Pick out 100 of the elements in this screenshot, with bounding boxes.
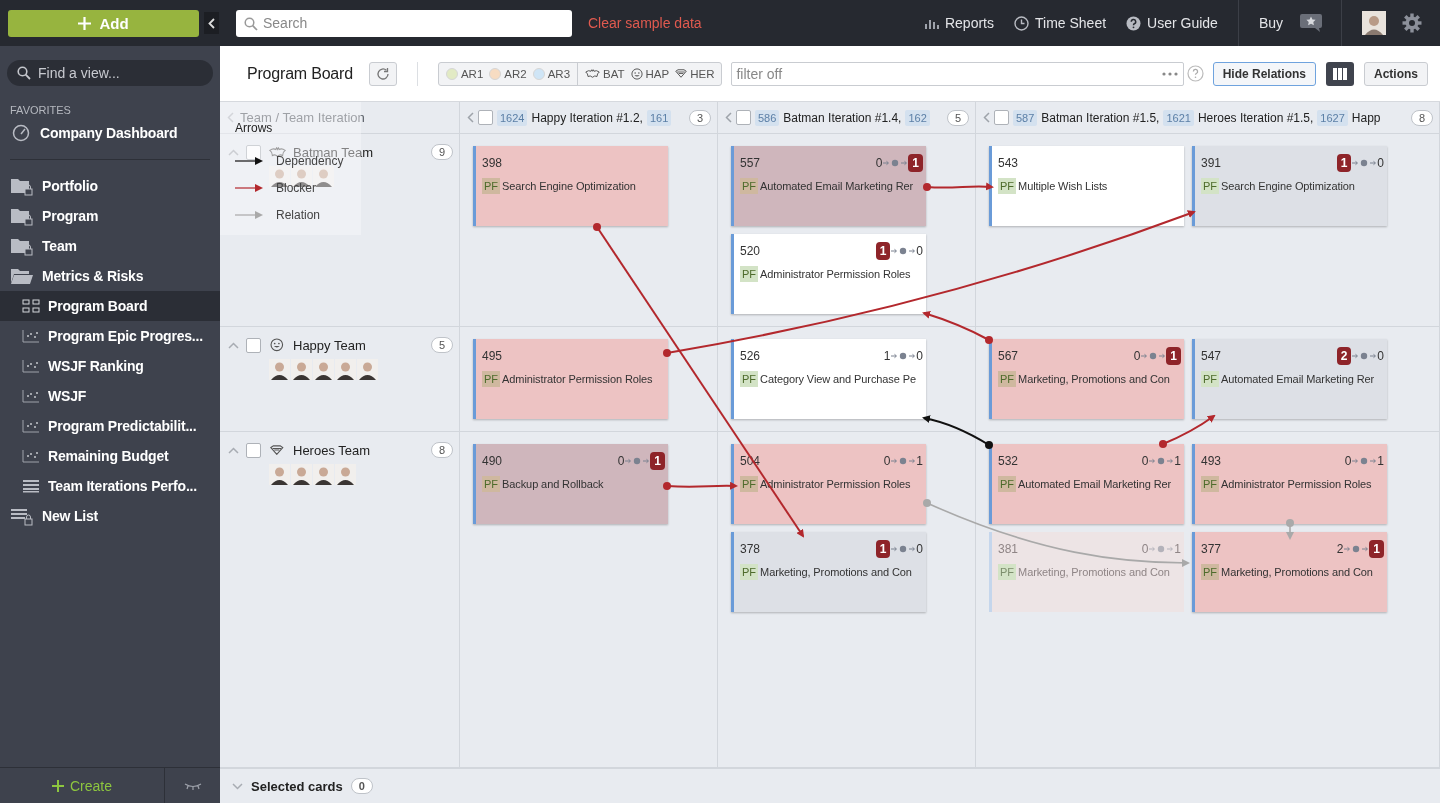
member-avatar [313, 359, 334, 380]
dependency-count: 1 [1174, 542, 1181, 556]
sidebar-item[interactable]: Program Predictabilit... [0, 411, 220, 441]
card-id: 526 [740, 349, 761, 363]
sidebar-item[interactable]: Company Dashboard [0, 118, 220, 148]
card-id: 391 [1201, 156, 1222, 170]
card[interactable]: 493 0 1 PF Administrator Permission Roles [1192, 444, 1387, 524]
card[interactable]: 490 0 1 PF Backup and Rollback [473, 444, 668, 524]
refresh-button[interactable] [368, 61, 397, 86]
search-icon [244, 16, 258, 31]
card[interactable]: 377 2 1 PF Marketing, Promotions and Con [1192, 532, 1387, 612]
sidebar-item[interactable]: WSJF Ranking [0, 351, 220, 381]
card[interactable]: 398 PF Search Engine Optimization [473, 146, 668, 226]
nav-link[interactable]: Time Sheet [1014, 15, 1107, 31]
card-count-badge: 3 [689, 109, 711, 126]
sidebar-item[interactable]: Remaining Budget [0, 441, 220, 471]
card-id: 557 [740, 156, 761, 170]
chevron-left-icon[interactable] [725, 112, 732, 123]
chevron-up-icon[interactable] [228, 341, 239, 349]
settings-icon[interactable] [1402, 13, 1422, 33]
chevron-left-icon [208, 17, 215, 29]
plus-icon [78, 16, 92, 30]
card[interactable]: 378 1 0 PF Marketing, Promotions and Con [731, 532, 926, 612]
sidebar-item[interactable]: Program Board [0, 291, 220, 321]
chevron-up-icon[interactable] [228, 446, 239, 454]
card-title: Administrator Permission Roles [1221, 478, 1372, 490]
card-title: Marketing, Promotions and Con [760, 566, 912, 578]
sidebar-item[interactable]: WSJF [0, 381, 220, 411]
list-icon [22, 479, 40, 493]
scatter-chart-icon [22, 449, 40, 463]
tag: PF [1201, 564, 1220, 580]
checkbox[interactable] [246, 442, 261, 458]
nav-link[interactable]: Reports [924, 15, 994, 31]
card[interactable]: 520 1 0 PF Administrator Permission Roles [731, 234, 926, 314]
blocker-count-badge: 1 [875, 242, 891, 260]
filter-field[interactable]: filter off [731, 61, 1184, 86]
sidebar-item[interactable]: Metrics & Risks [0, 261, 220, 291]
sidebar-item[interactable]: Portfolio [0, 171, 220, 201]
dependency-chain-icon [1141, 352, 1166, 360]
card-id: 547 [1201, 349, 1222, 363]
card[interactable]: 547 2 0 PF Automated Email Marketing Rer [1192, 339, 1387, 419]
actions-button[interactable]: Actions [1364, 61, 1428, 86]
filter-chip[interactable]: HER [672, 62, 718, 85]
create-button[interactable]: Create [0, 768, 165, 803]
chevron-up-icon[interactable] [228, 148, 239, 156]
checkbox[interactable] [994, 110, 1009, 125]
chevron-down-icon[interactable] [232, 782, 243, 790]
buy-link[interactable]: Buy [1258, 15, 1283, 31]
card[interactable]: 526 1 0 PF Category View and Purchase Pe [731, 339, 926, 419]
card[interactable]: 495 PF Administrator Permission Roles [473, 339, 668, 419]
hide-relations-button[interactable]: Hide Relations [1212, 61, 1316, 86]
selected-count-badge: 0 [350, 778, 373, 794]
find-view-field[interactable]: Find a view... [7, 60, 213, 86]
team-name: Heroes Team [293, 442, 372, 458]
chevron-left-icon[interactable] [467, 112, 474, 123]
iteration-id: 586 [755, 109, 780, 126]
filter-chip[interactable]: AR1 [442, 62, 487, 85]
sidebar-item[interactable]: Team [0, 231, 220, 261]
iteration-id: 1621 [1163, 109, 1194, 126]
more-icon[interactable] [1161, 71, 1178, 76]
help-icon[interactable] [1186, 65, 1204, 82]
chevron-left-icon[interactable] [227, 112, 234, 123]
filter-chip[interactable]: BAT [582, 62, 628, 85]
tag: PF [740, 178, 759, 194]
sidebar-item[interactable]: Program [0, 201, 220, 231]
iteration-name: Batman Iteration #1.4, [783, 110, 902, 125]
iteration-id: 1624 [497, 109, 528, 126]
filter-chip[interactable]: HAP [627, 62, 673, 85]
sidebar-item[interactable]: New List [0, 501, 220, 531]
collapse-sidebar-button[interactable] [204, 12, 219, 34]
card-id: 490 [482, 454, 503, 468]
card[interactable]: 391 1 0 PF Search Engine Optimization [1192, 146, 1387, 226]
checkbox[interactable] [478, 110, 493, 125]
member-avatar [291, 359, 312, 380]
filter-chip[interactable]: AR3 [529, 62, 574, 85]
card[interactable]: 567 0 1 PF Marketing, Promotions and Con [989, 339, 1184, 419]
checkbox[interactable] [246, 337, 261, 353]
clear-sample-data-link[interactable]: Clear sample data [588, 15, 702, 31]
dependency-count: 0 [916, 349, 923, 363]
card-id: 493 [1201, 454, 1222, 468]
chevron-left-icon[interactable] [983, 112, 990, 123]
card[interactable]: 532 0 1 PF Automated Email Marketing Rer [989, 444, 1184, 524]
tag: PF [482, 476, 501, 492]
closed-eye-icon [183, 781, 202, 790]
sidebar-item[interactable]: Program Epic Progres... [0, 321, 220, 351]
nav-link[interactable]: User Guide [1126, 15, 1218, 31]
blocker-count-badge: 1 [1336, 154, 1352, 172]
card[interactable]: 557 0 1 PF Automated Email Marketing Rer [731, 146, 926, 226]
dependency-count: 0 [617, 454, 625, 468]
filter-chip[interactable]: AR2 [486, 62, 530, 85]
checkbox[interactable] [246, 144, 261, 160]
checkbox[interactable] [736, 110, 751, 125]
member-avatar [357, 359, 378, 380]
star-chat-icon[interactable] [1299, 13, 1323, 33]
search-field[interactable]: Search [236, 9, 572, 37]
sidebar-item[interactable]: Team Iterations Perfo... [0, 471, 220, 501]
user-avatar[interactable] [1362, 11, 1386, 35]
card-id: 377 [1201, 542, 1222, 556]
column-view-button[interactable] [1326, 61, 1354, 86]
card[interactable]: 543 PF Multiple Wish Lists [989, 146, 1184, 226]
